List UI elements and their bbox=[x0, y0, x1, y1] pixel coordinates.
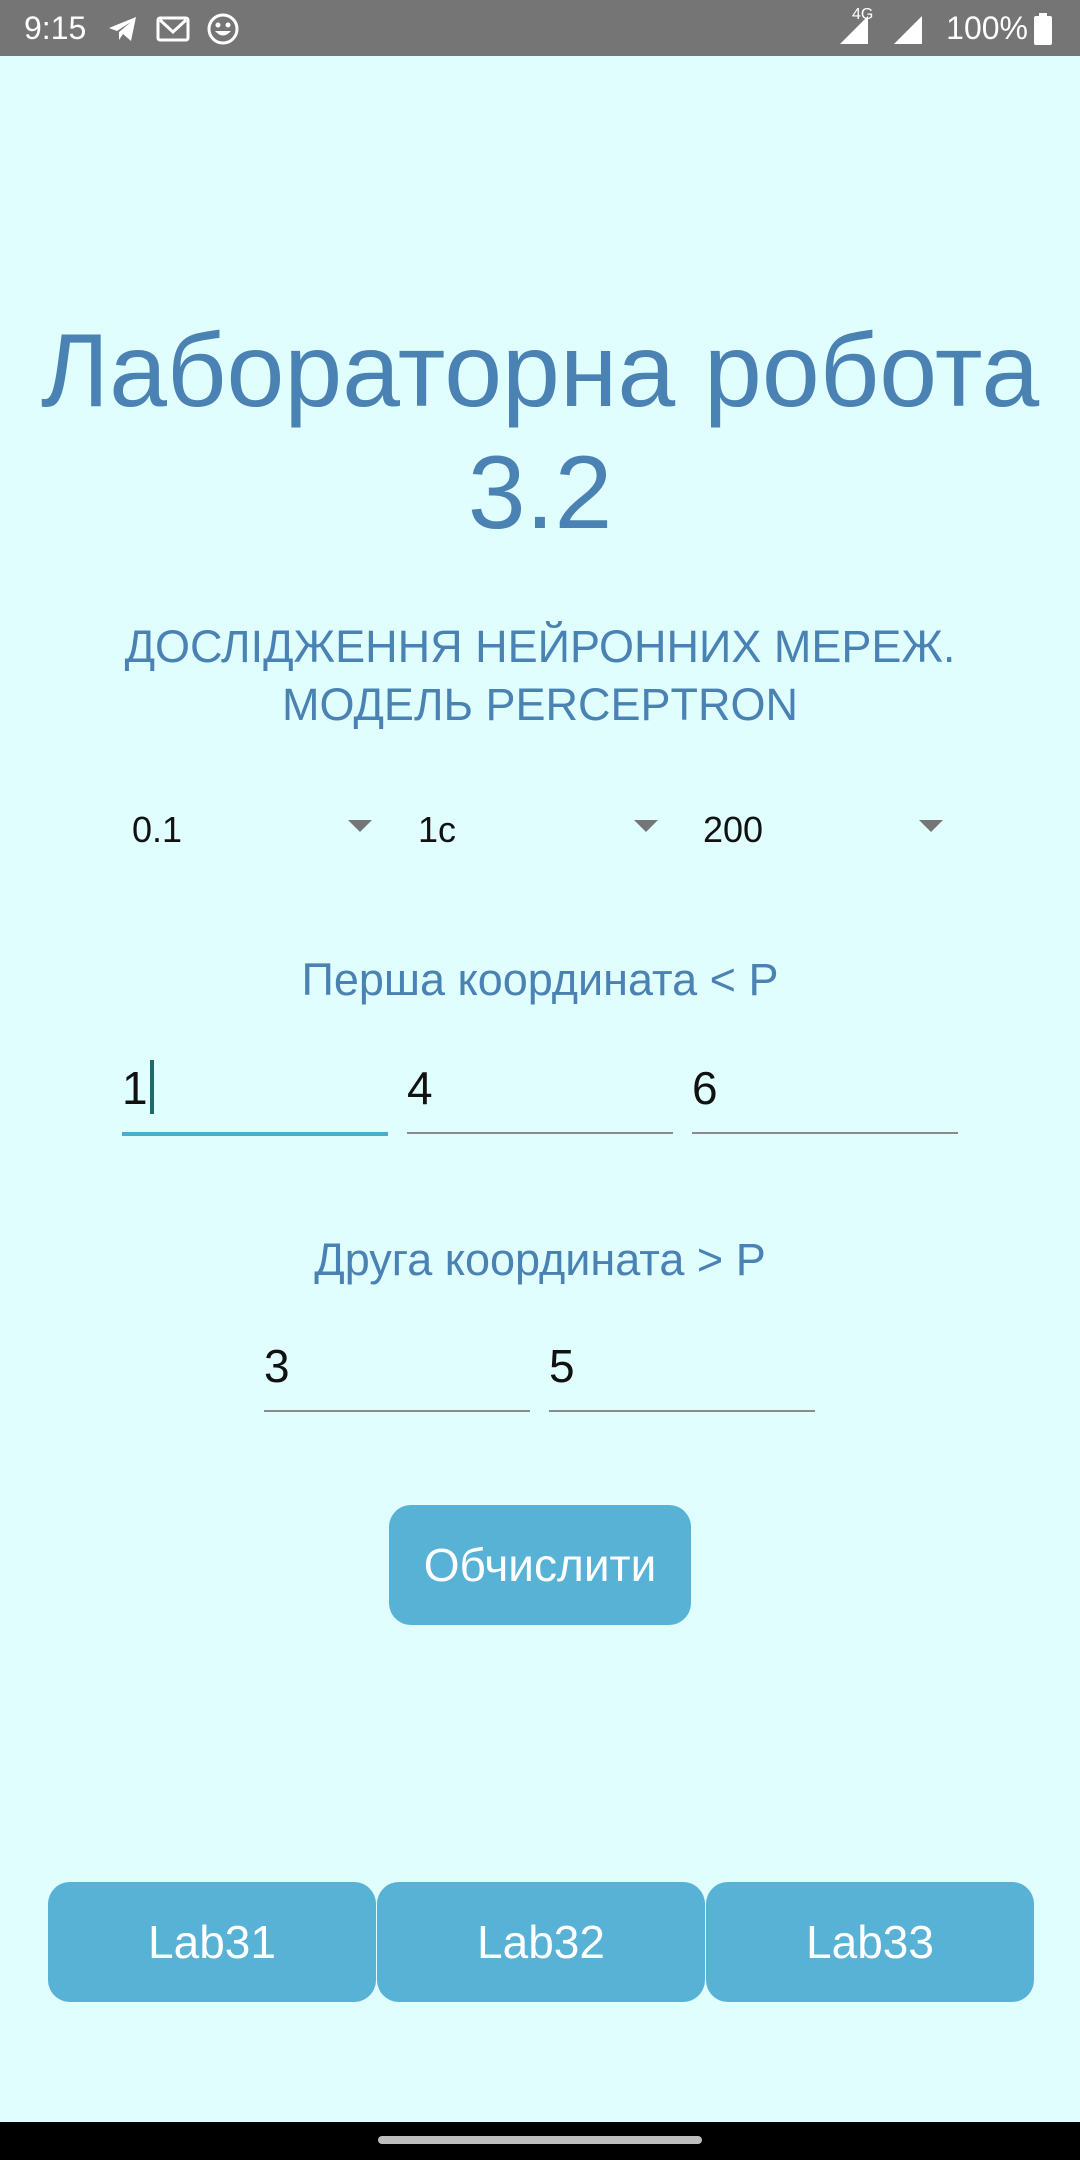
dropdown-value: 200 bbox=[703, 809, 764, 850]
second-coordinate-input-2[interactable]: 5 bbox=[549, 1330, 815, 1412]
input-value: 3 bbox=[264, 1340, 290, 1392]
chevron-down-icon bbox=[634, 820, 658, 832]
first-coordinate-input-3[interactable]: 6 bbox=[692, 1052, 958, 1134]
chevron-down-icon bbox=[919, 820, 943, 832]
signal-icon bbox=[894, 16, 922, 44]
input-value: 1 bbox=[122, 1062, 148, 1114]
status-time: 9:15 bbox=[24, 10, 87, 46]
page-title: Лабораторна робота 3.2 bbox=[40, 313, 1040, 551]
chevron-down-icon bbox=[348, 820, 372, 832]
navigation-bar bbox=[0, 2122, 1080, 2160]
dropdown-value: 0.1 bbox=[132, 809, 183, 850]
first-coordinate-input-2[interactable]: 4 bbox=[407, 1052, 673, 1134]
subtitle-line-1: ДОСЛІДЖЕННЯ НЕЙРОННИХ МЕРЕЖ. bbox=[124, 621, 956, 672]
lab33-button[interactable]: Lab33 bbox=[706, 1882, 1034, 2002]
iterations-dropdown[interactable]: 200 bbox=[703, 800, 943, 858]
subtitle-line-2: МОДЕЛЬ PERCEPTRON bbox=[281, 679, 799, 730]
app-screen: 9:15 4G 100% Лабораторна робота 3.2 ДОСЛ… bbox=[0, 0, 1080, 2160]
input-value: 5 bbox=[549, 1340, 575, 1392]
learning-rate-dropdown[interactable]: 0.1 bbox=[132, 800, 372, 858]
emoji-icon bbox=[207, 13, 239, 45]
gmail-icon bbox=[156, 16, 190, 42]
signal-4g-icon bbox=[840, 16, 868, 44]
telegram-icon bbox=[109, 17, 136, 41]
text-caret bbox=[149, 1060, 154, 1114]
status-bar: 9:15 4G 100% bbox=[0, 0, 1080, 56]
first-coordinate-label: Перша координата < P bbox=[301, 954, 779, 1005]
battery-percent: 100% bbox=[946, 10, 1028, 46]
second-coordinate-label: Друга координата > P bbox=[314, 1234, 766, 1285]
calculate-button[interactable]: Обчислити bbox=[389, 1505, 691, 1625]
input-value: 6 bbox=[692, 1062, 718, 1114]
time-limit-dropdown[interactable]: 1с bbox=[418, 800, 658, 858]
second-coordinate-input-1[interactable]: 3 bbox=[264, 1330, 530, 1412]
dropdown-value: 1с bbox=[418, 809, 457, 850]
page-subtitle: ДОСЛІДЖЕННЯ НЕЙРОННИХ МЕРЕЖ. МОДЕЛЬ PERC… bbox=[0, 618, 1080, 734]
input-value: 4 bbox=[407, 1062, 433, 1114]
home-gesture-handle[interactable] bbox=[378, 2136, 702, 2144]
first-coordinate-input-1[interactable]: 1 bbox=[122, 1052, 388, 1136]
battery-icon bbox=[1034, 13, 1052, 45]
lab32-button[interactable]: Lab32 bbox=[377, 1882, 705, 2002]
lab31-button[interactable]: Lab31 bbox=[48, 1882, 376, 2002]
